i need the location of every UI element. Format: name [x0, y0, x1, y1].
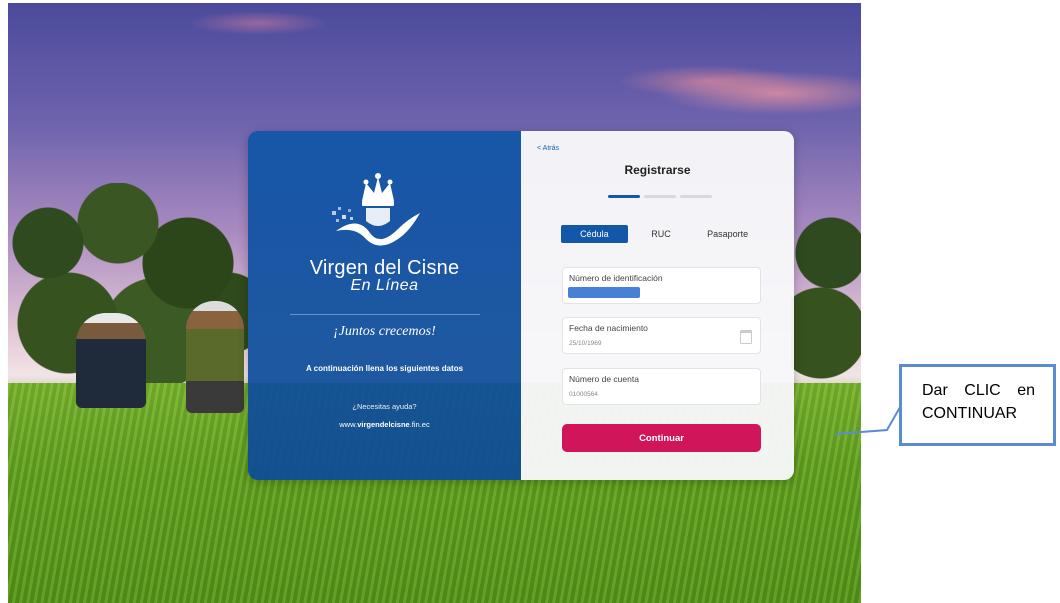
registration-card: Virgen del Cisne En Línea ¡Juntos crecem… [248, 131, 794, 480]
background-farmer [76, 313, 146, 408]
website-link[interactable]: www.virgendelcisne.fin.ec [248, 420, 521, 429]
tab-cedula[interactable]: Cédula [561, 225, 628, 243]
website-prefix: www. [339, 420, 358, 429]
instruction-callout: Dar CLIC en CONTINUAR [899, 364, 1056, 446]
background-farmer [186, 301, 244, 413]
step-1 [608, 195, 640, 198]
callout-word: Dar [922, 382, 948, 399]
form-title: Registrarse [624, 163, 691, 177]
continue-button[interactable]: Continuar [562, 424, 761, 452]
back-link[interactable]: < Atrás [537, 145, 559, 152]
help-link[interactable]: ¿Necesitas ayuda? [248, 402, 521, 411]
divider [290, 314, 480, 315]
birth-date-label: Fecha de nacimiento [569, 323, 648, 333]
tab-ruc[interactable]: RUC [628, 225, 695, 243]
brand-panel: Virgen del Cisne En Línea ¡Juntos crecem… [248, 131, 521, 480]
step-indicator [608, 195, 712, 198]
callout-line1: Dar CLIC en [922, 379, 1035, 402]
callout-line2: CONTINUAR [922, 405, 1018, 422]
account-number-label: Número de cuenta [569, 374, 639, 384]
birth-date-value: 25/10/1969 [569, 340, 602, 347]
website-bold: virgendelcisne [357, 420, 410, 429]
redacted-value [568, 287, 640, 298]
crown-swan-logo-icon [332, 173, 420, 246]
brand-subtitle: En Línea [350, 277, 419, 294]
form-panel: < Atrás Registrarse Cédula RUC Pasaporte… [521, 131, 794, 480]
background-trees-right [791, 203, 861, 403]
calendar-icon[interactable] [740, 330, 752, 344]
account-number-field[interactable]: Número de cuenta 01000564 [562, 368, 761, 405]
slogan: ¡Juntos crecemos! [333, 324, 436, 339]
step-2 [644, 195, 676, 198]
birth-date-field[interactable]: Fecha de nacimiento 25/10/1969 [562, 317, 761, 354]
id-number-field[interactable]: Número de identificación [562, 267, 761, 304]
tab-pasaporte[interactable]: Pasaporte [694, 225, 761, 243]
website-suffix: .fin.ec [409, 420, 430, 429]
intro-text: A continuación llena los siguientes dato… [305, 364, 464, 373]
callout-word: CLIC [964, 382, 1001, 399]
callout-pointer [835, 401, 904, 435]
document-type-tabs: Cédula RUC Pasaporte [561, 225, 761, 243]
id-number-label: Número de identificación [569, 273, 663, 283]
step-3 [680, 195, 712, 198]
account-number-value: 01000564 [569, 391, 598, 398]
callout-word: en [1017, 382, 1035, 399]
